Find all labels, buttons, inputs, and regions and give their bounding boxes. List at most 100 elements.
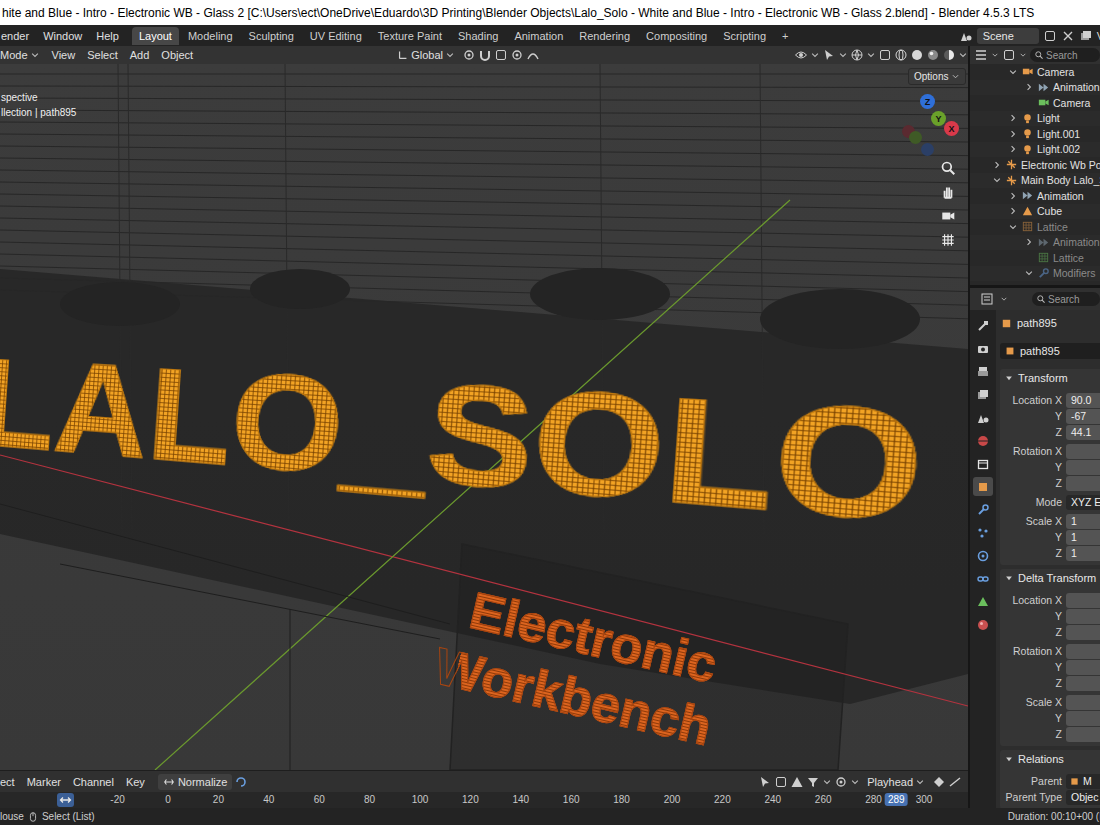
number-field[interactable]: 44.1 [1066, 425, 1100, 440]
number-field[interactable]: 1 [1066, 546, 1100, 561]
rendered-shading-icon[interactable] [942, 48, 956, 62]
collapsed-arrow-icon[interactable] [1008, 144, 1018, 154]
auto-key-icon[interactable] [834, 775, 848, 789]
workspace-tab[interactable]: Scripting [716, 27, 773, 45]
gizmo-axis[interactable]: Z [920, 94, 935, 109]
workspace-tab[interactable]: Compositing [639, 27, 714, 45]
properties-tab[interactable] [973, 339, 993, 358]
chevron-down-icon[interactable] [991, 51, 999, 59]
copy-icon[interactable] [1043, 29, 1057, 43]
number-field[interactable] [1066, 625, 1100, 640]
ortho-grid-icon[interactable] [940, 232, 956, 248]
chevron-down-icon[interactable] [822, 777, 832, 787]
number-field[interactable]: 1 [1066, 514, 1100, 529]
pivot-icon[interactable] [462, 48, 476, 62]
outliner-row[interactable]: Animation [970, 235, 1100, 251]
properties-tab[interactable] [973, 569, 993, 588]
orientation-dropdown[interactable]: Global [392, 48, 460, 62]
outliner-row[interactable]: Lattice [970, 219, 1100, 235]
workspace-tab[interactable]: Shading [451, 27, 505, 45]
collapsed-arrow-icon[interactable] [992, 160, 1002, 170]
outliner-row[interactable]: Modifiers [970, 266, 1100, 282]
close-icon[interactable] [1061, 29, 1075, 43]
object-field[interactable]: M [1066, 774, 1100, 789]
properties-tab[interactable] [973, 385, 993, 404]
chevron-down-icon[interactable] [958, 50, 968, 60]
outliner-row[interactable]: Light [970, 111, 1100, 127]
properties-tab[interactable] [973, 592, 993, 611]
viewport-menu[interactable]: Add [125, 48, 155, 62]
properties-tab[interactable] [973, 362, 993, 381]
outliner-search-input[interactable] [1046, 50, 1096, 61]
properties-tab[interactable] [973, 316, 993, 335]
object-name-field[interactable]: path895 [1000, 343, 1100, 359]
gizmo-axis[interactable]: X [944, 121, 959, 136]
number-field[interactable]: 1 [1066, 530, 1100, 545]
number-field[interactable] [1066, 476, 1100, 491]
options-button[interactable]: Options [908, 68, 966, 85]
properties-search[interactable] [1032, 292, 1100, 306]
outliner-row[interactable]: Animation [970, 188, 1100, 204]
number-field[interactable] [1066, 609, 1100, 624]
view-layer-icon[interactable] [1079, 29, 1093, 43]
playhead-dropdown[interactable]: Playhead [862, 775, 930, 789]
panel-header[interactable]: Delta Transform [1000, 569, 1100, 587]
warning-icon[interactable] [790, 775, 804, 789]
chevron-down-icon[interactable] [850, 777, 860, 787]
expanded-arrow-icon[interactable] [1008, 67, 1018, 77]
properties-tab[interactable] [973, 500, 993, 519]
xray-icon[interactable] [878, 48, 892, 62]
collapsed-arrow-icon[interactable] [1008, 129, 1018, 139]
overlay-icon[interactable] [850, 48, 864, 62]
workspace-tab[interactable]: UV Editing [303, 27, 369, 45]
editor-type-icon[interactable] [974, 48, 988, 62]
workspace-tab[interactable]: Modeling [181, 27, 240, 45]
properties-tab[interactable] [973, 454, 993, 473]
outliner-row[interactable]: Electronic Wb Posi [970, 157, 1100, 173]
outliner-row[interactable]: Camera [970, 95, 1100, 111]
panel-header[interactable]: Transform [1000, 369, 1100, 387]
3d-viewport[interactable]: LALO_SOLOElectronicWorkbenchspectivellec… [0, 64, 968, 770]
box-select-icon[interactable] [774, 775, 788, 789]
menu-item[interactable]: Window [36, 28, 89, 44]
select-icon[interactable] [758, 775, 772, 789]
display-mode-icon[interactable] [1002, 48, 1016, 62]
add-workspace-button[interactable]: + [775, 27, 795, 45]
gizmo-axis[interactable]: Y [931, 111, 946, 126]
gizmo-negative-axis[interactable] [921, 143, 934, 156]
viewport-menu[interactable]: Select [82, 48, 123, 62]
viewport-menu[interactable]: View [47, 48, 81, 62]
outliner-row[interactable]: Animation [970, 80, 1100, 96]
chevron-down-icon[interactable] [838, 50, 848, 60]
menu-item[interactable]: Help [89, 28, 126, 44]
workspace-tab[interactable]: Sculpting [242, 27, 301, 45]
workspace-tab[interactable]: Texture Paint [371, 27, 449, 45]
collapsed-arrow-icon[interactable] [1024, 82, 1034, 92]
collapsed-arrow-icon[interactable] [1008, 191, 1018, 201]
wireframe-shading-icon[interactable] [894, 48, 908, 62]
number-field[interactable] [1066, 727, 1100, 742]
workspace-tab[interactable]: Layout [132, 27, 179, 45]
chevron-down-icon[interactable] [810, 50, 820, 60]
pan-hand-icon[interactable] [940, 184, 956, 200]
properties-tab[interactable] [973, 477, 993, 496]
outliner-row[interactable]: Camera [970, 64, 1100, 80]
outliner-search[interactable] [1030, 48, 1100, 62]
collapsed-arrow-icon[interactable] [1008, 113, 1018, 123]
properties-tab[interactable] [973, 546, 993, 565]
normalize-toggle[interactable]: Normalize [158, 774, 233, 790]
number-field[interactable]: -67 [1066, 409, 1100, 424]
number-field[interactable] [1066, 695, 1100, 710]
camera-view-icon[interactable] [940, 208, 956, 224]
collapsed-arrow-icon[interactable] [1008, 206, 1018, 216]
mode-dropdown[interactable]: Mode [0, 48, 45, 62]
frame-range-handle[interactable] [57, 793, 74, 807]
collapsed-arrow-icon[interactable] [1024, 237, 1034, 247]
outliner-row[interactable]: Main Body Lalo_So [970, 173, 1100, 189]
properties-editor-icon[interactable] [980, 292, 994, 306]
scene-icon[interactable] [959, 29, 973, 43]
timeline-menu[interactable]: ect [0, 775, 20, 789]
material-shading-icon[interactable] [926, 48, 940, 62]
number-field[interactable] [1066, 676, 1100, 691]
chevron-down-icon[interactable] [1019, 51, 1027, 59]
